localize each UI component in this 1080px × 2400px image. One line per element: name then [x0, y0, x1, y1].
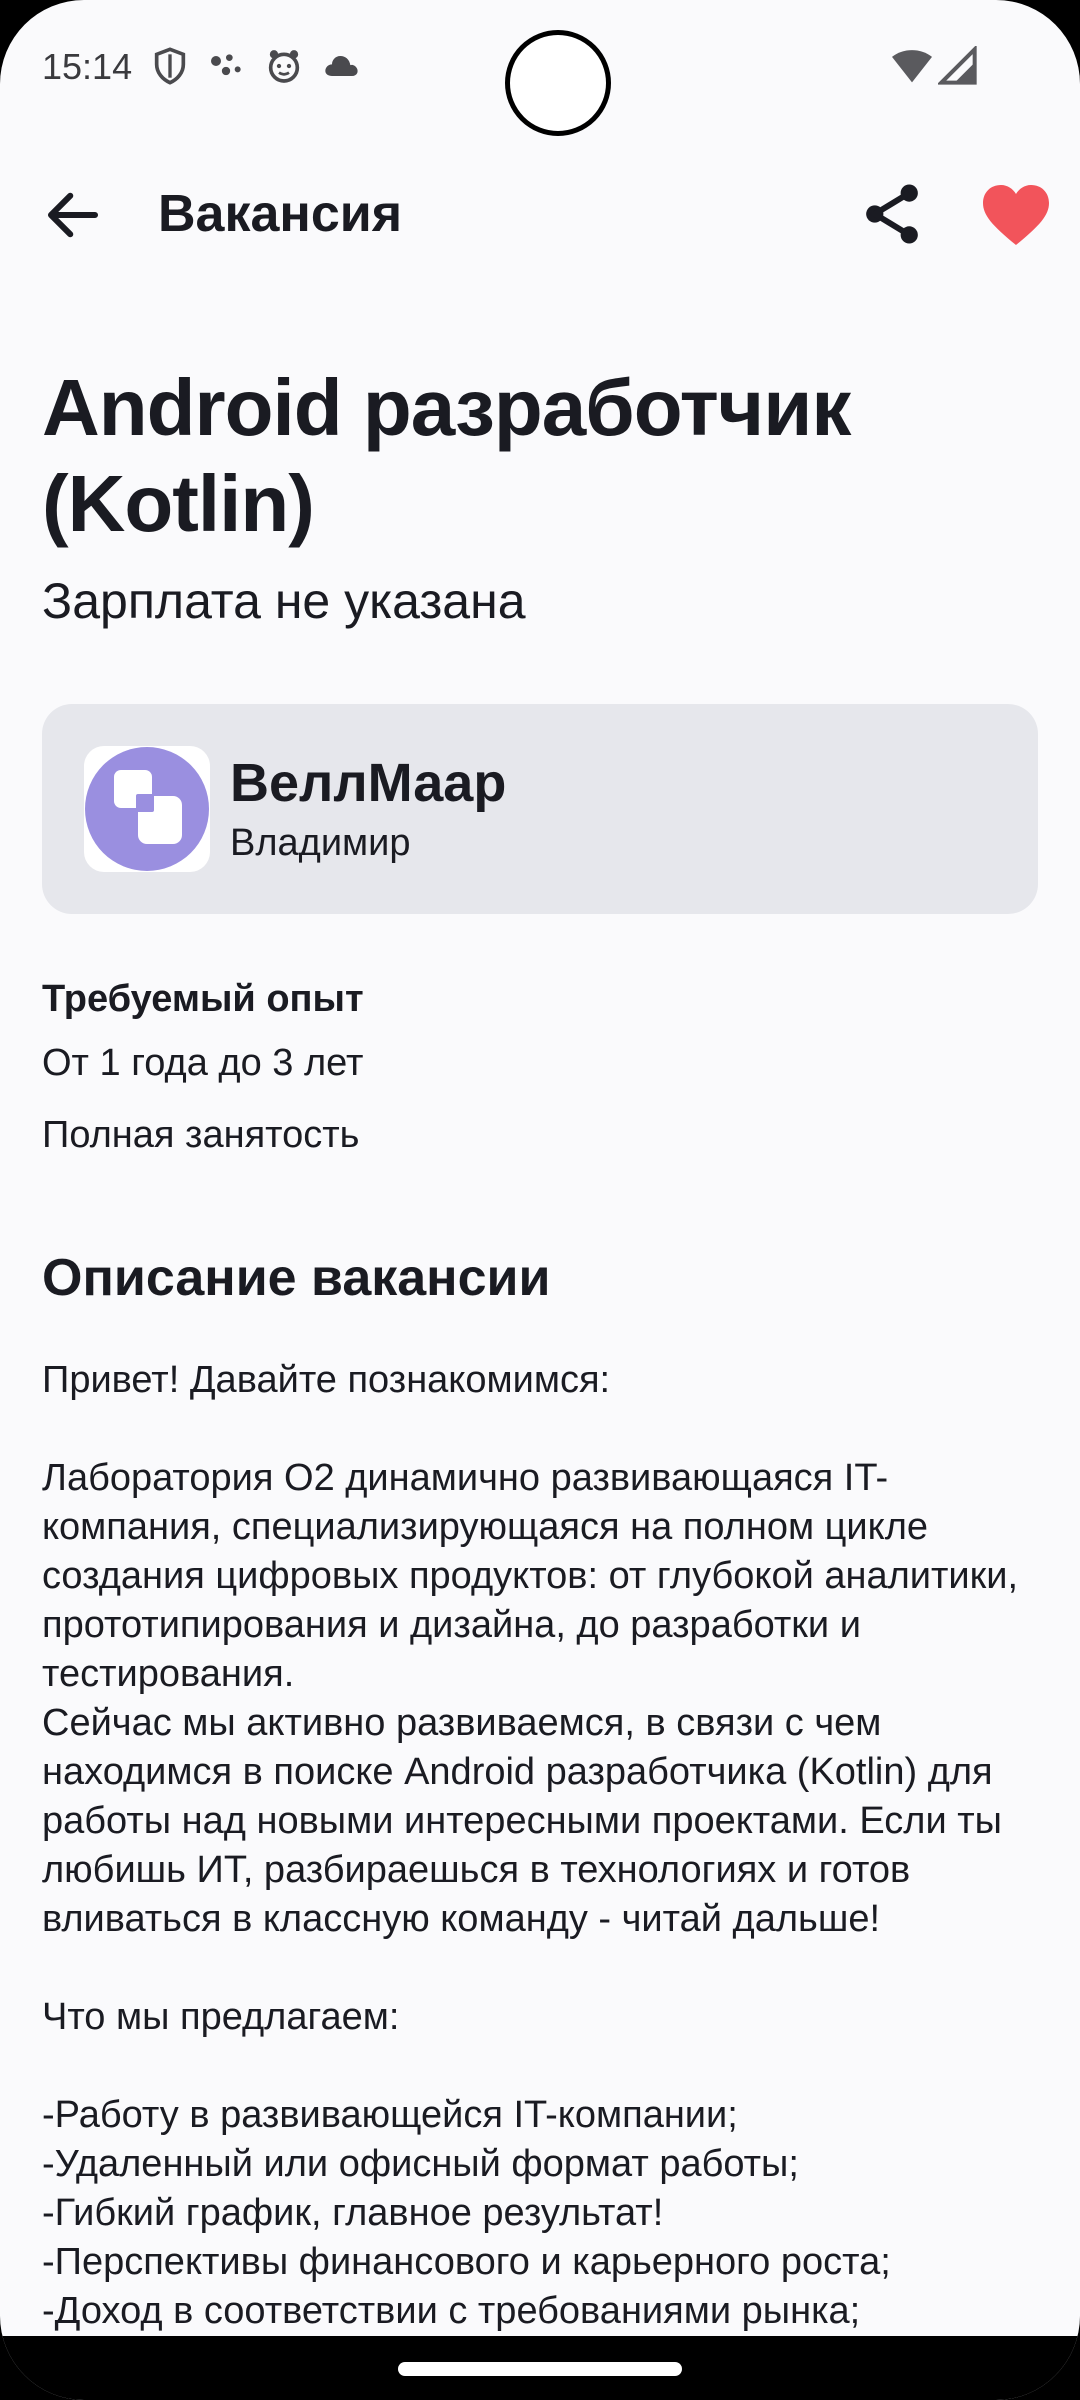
employment-type: Полная занятость: [42, 1114, 360, 1156]
shield-icon: [150, 46, 190, 86]
screen: 15:14 Вакансия Android разработчик (Kotl…: [0, 0, 1080, 2400]
status-time: 15:14: [42, 46, 133, 87]
share-icon[interactable]: [862, 182, 922, 246]
back-arrow-icon[interactable]: [40, 182, 106, 248]
top-app-bar: Вакансия: [0, 160, 1080, 270]
experience-label: Требуемый опыт: [42, 978, 364, 1020]
vacancy-title: Android разработчик (Kotlin): [42, 363, 851, 548]
heart-icon[interactable]: [980, 182, 1052, 248]
company-name: ВеллМаар: [230, 753, 507, 813]
screen-title: Вакансия: [158, 185, 403, 243]
assistant-dots-icon: [206, 46, 246, 86]
gesture-handle[interactable]: [398, 2362, 682, 2376]
company-city: Владимир: [230, 822, 411, 864]
salary-text: Зарплата не указана: [42, 573, 526, 629]
wifi-icon: [890, 46, 934, 86]
company-logo: [84, 746, 210, 872]
bear-face-icon: [264, 46, 304, 86]
description-text: Привет! Давайте познакомимся: Лаборатори…: [42, 1359, 1019, 2332]
signal-icon: [936, 44, 978, 86]
cloud-icon: [322, 46, 362, 86]
experience-value: От 1 года до 3 лет: [42, 1042, 364, 1084]
company-card[interactable]: ВеллМаар Владимир: [42, 704, 1038, 914]
camera-cutout: [505, 30, 611, 136]
status-bar: 15:14: [0, 0, 1080, 136]
description-heading: Описание вакансии: [42, 1249, 551, 1307]
